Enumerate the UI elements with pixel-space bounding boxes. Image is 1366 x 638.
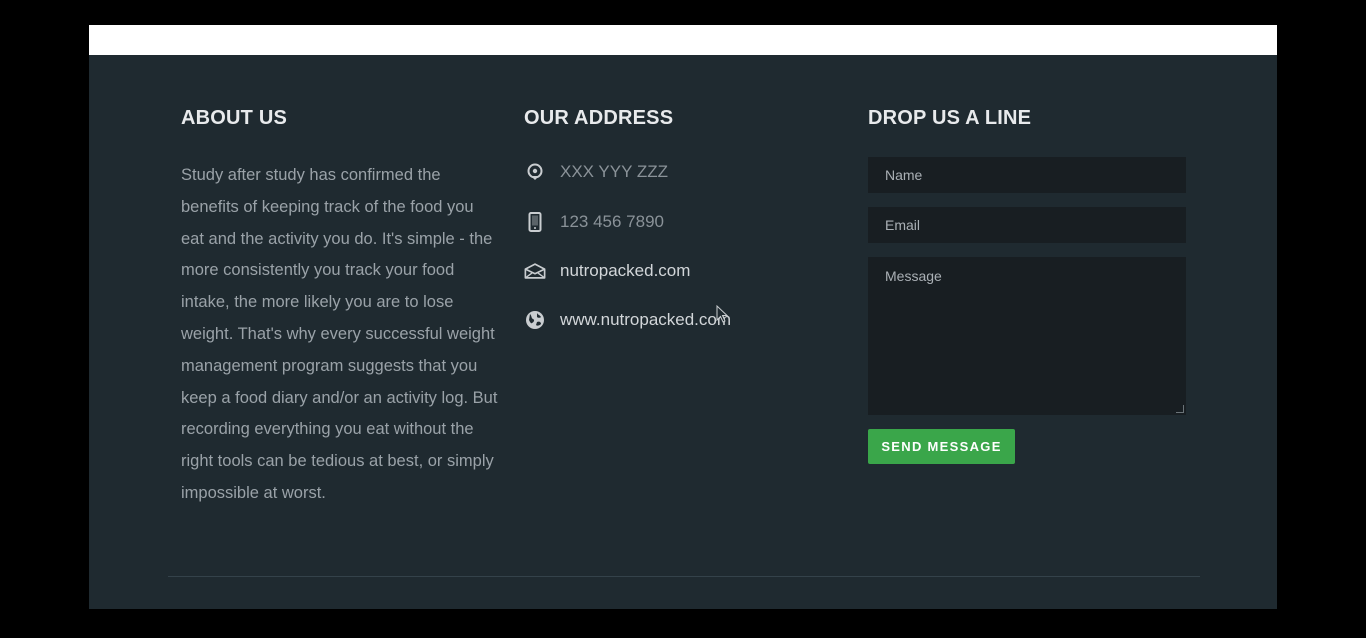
envelope-icon <box>524 260 546 282</box>
address-phone-text: 123 456 7890 <box>560 212 664 231</box>
location-pin-icon <box>524 161 546 183</box>
top-white-bar <box>89 25 1277 55</box>
message-field[interactable]: Message <box>868 257 1186 415</box>
email-placeholder: Email <box>885 217 921 233</box>
address-website[interactable]: www.nutropacked.com <box>524 308 731 332</box>
address-email-text[interactable]: nutropacked.com <box>560 261 690 281</box>
name-placeholder: Name <box>885 167 923 183</box>
address-location: XXX YYY ZZZ <box>524 160 668 184</box>
about-text: Study after study has confirmed the bene… <box>181 166 498 502</box>
about-title: ABOUT US <box>181 107 288 129</box>
globe-icon <box>524 309 546 331</box>
resize-grip-icon[interactable] <box>1176 405 1184 413</box>
contact-title: DROP US A LINE <box>868 107 1032 129</box>
address-phone: 123 456 7890 <box>524 210 664 234</box>
send-message-button[interactable]: SEND MESSAGE <box>868 429 1015 464</box>
address-location-text: XXX YYY ZZZ <box>560 162 669 181</box>
message-placeholder: Message <box>885 268 942 284</box>
name-field[interactable]: Name <box>868 157 1186 193</box>
footer-divider <box>168 576 1200 577</box>
footer: ABOUT US Study after study has confirmed… <box>89 55 1277 609</box>
email-field[interactable]: Email <box>868 207 1186 243</box>
address-email[interactable]: nutropacked.com <box>524 259 690 283</box>
address-title: OUR ADDRESS <box>524 107 674 129</box>
address-website-text[interactable]: www.nutropacked.com <box>560 310 731 330</box>
mouse-cursor-icon <box>716 304 729 328</box>
phone-icon <box>524 211 546 233</box>
